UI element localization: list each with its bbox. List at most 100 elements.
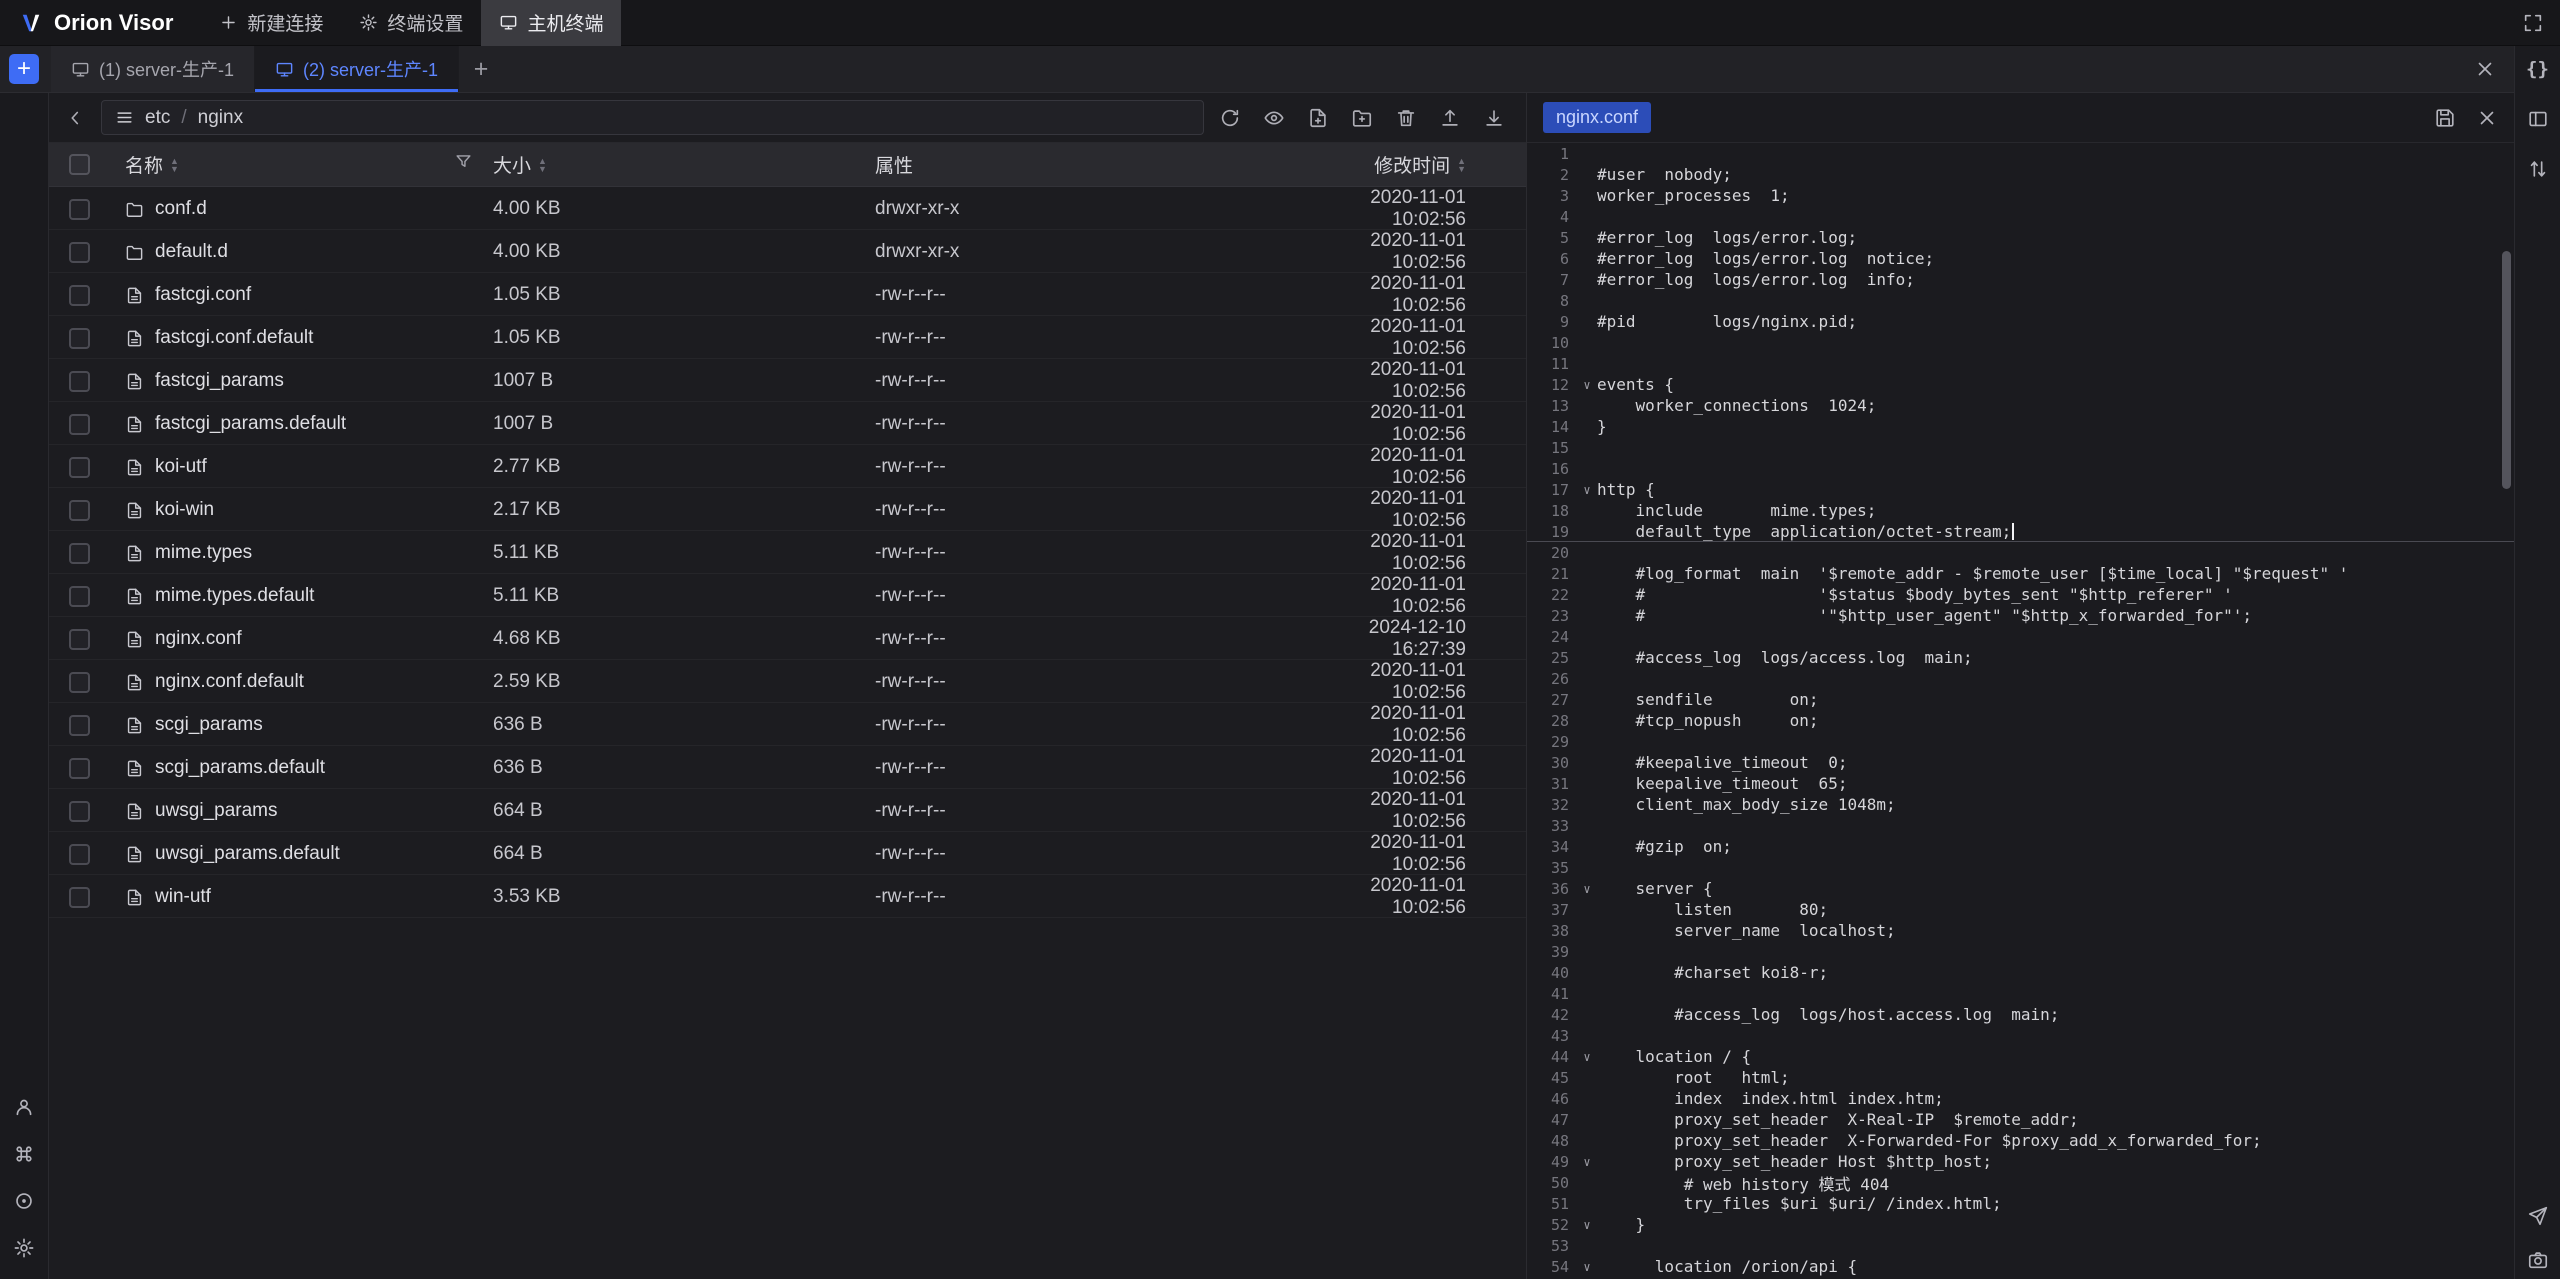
select-all-checkbox[interactable] [69,154,90,175]
fold-chevron-icon[interactable]: ∨ [1577,1155,1597,1169]
file-name[interactable]: win-utf [155,886,211,908]
new-file-button[interactable] [1300,100,1336,136]
code-line[interactable]: 45 root html; [1527,1067,2514,1088]
code-line[interactable]: 26 [1527,668,2514,689]
table-row[interactable]: scgi_params.default 636 B -rw-r--r-- 202… [49,746,1526,789]
table-row[interactable]: nginx.conf 4.68 KB -rw-r--r-- 2024-12-10… [49,617,1526,660]
code-line[interactable]: 54∨ location /orion/api { [1527,1256,2514,1277]
file-name[interactable]: scgi_params [155,714,263,736]
table-row[interactable]: fastcgi.conf.default 1.05 KB -rw-r--r-- … [49,316,1526,359]
user-info-button[interactable] [13,1096,35,1118]
refresh-button[interactable] [1212,100,1248,136]
file-name[interactable]: scgi_params.default [155,757,325,779]
fold-chevron-icon[interactable]: ∨ [1577,1050,1597,1064]
code-line[interactable]: 7#error_log logs/error.log info; [1527,269,2514,290]
table-row[interactable]: fastcgi_params 1007 B -rw-r--r-- 2020-11… [49,359,1526,402]
code-line[interactable]: 22 # '$status $body_bytes_sent "$http_re… [1527,584,2514,605]
code-line[interactable]: 3worker_processes 1; [1527,185,2514,206]
code-line[interactable]: 16 [1527,458,2514,479]
table-row[interactable]: default.d 4.00 KB drwxr-xr-x 2020-11-01 … [49,230,1526,273]
settings-button[interactable] [13,1237,35,1259]
theme-button[interactable] [13,1190,35,1212]
row-checkbox[interactable] [69,801,90,822]
file-name[interactable]: mime.types.default [155,585,314,607]
file-name[interactable]: conf.d [155,198,207,220]
column-header-mtime[interactable]: 修改时间 [1374,151,1450,178]
transfer-list-button[interactable] [2527,158,2549,180]
breadcrumb-item-nginx[interactable]: nginx [198,107,243,129]
code-line[interactable]: 42 #access_log logs/host.access.log main… [1527,1004,2514,1025]
screenshot-button[interactable] [2527,1249,2549,1271]
table-row[interactable]: win-utf 3.53 KB -rw-r--r-- 2020-11-01 10… [49,875,1526,918]
row-checkbox[interactable] [69,586,90,607]
menu-item-terminal-settings[interactable]: 终端设置 [341,0,481,46]
code-line[interactable]: 14} [1527,416,2514,437]
code-line[interactable]: 12∨events { [1527,374,2514,395]
table-row[interactable]: uwsgi_params 664 B -rw-r--r-- 2020-11-01… [49,789,1526,832]
toggle-panel-button[interactable] [2527,108,2549,130]
code-line[interactable]: 27 sendfile on; [1527,689,2514,710]
tab-terminal-1[interactable]: (1) server-生产-1 [51,46,255,92]
table-row[interactable]: uwsgi_params.default 664 B -rw-r--r-- 20… [49,832,1526,875]
sort-size-control[interactable]: ▲ ▼ [538,157,547,173]
download-button[interactable] [1476,100,1512,136]
code-line[interactable]: 15 [1527,437,2514,458]
code-line[interactable]: 29 [1527,731,2514,752]
code-line[interactable]: 2#user nobody; [1527,164,2514,185]
row-checkbox[interactable] [69,758,90,779]
table-row[interactable]: koi-win 2.17 KB -rw-r--r-- 2020-11-01 10… [49,488,1526,531]
row-checkbox[interactable] [69,285,90,306]
code-line[interactable]: 44∨ location / { [1527,1046,2514,1067]
row-checkbox[interactable] [69,371,90,392]
file-name[interactable]: fastcgi_params.default [155,413,346,435]
shortcut-button[interactable] [13,1143,35,1165]
row-checkbox[interactable] [69,629,90,650]
file-name[interactable]: uwsgi_params.default [155,843,340,865]
add-tab-button[interactable]: + [459,46,503,92]
table-row[interactable]: mime.types 5.11 KB -rw-r--r-- 2020-11-01… [49,531,1526,574]
sort-mtime-control[interactable]: ▲ ▼ [1457,157,1466,173]
row-checkbox[interactable] [69,543,90,564]
code-line[interactable]: 47 proxy_set_header X-Real-IP $remote_ad… [1527,1109,2514,1130]
file-name[interactable]: nginx.conf [155,628,242,650]
row-checkbox[interactable] [69,199,90,220]
editor-scrollbar[interactable] [2502,251,2511,489]
row-checkbox[interactable] [69,457,90,478]
braces-icon[interactable]: {} [2526,58,2549,80]
code-editor[interactable]: 12#user nobody;3worker_processes 1;45#er… [1527,143,2514,1279]
new-folder-button[interactable] [1344,100,1380,136]
sort-name-control[interactable]: ▲ ▼ [170,157,179,173]
code-line[interactable]: 23 # '"$http_user_agent" "$http_x_forwar… [1527,605,2514,626]
upload-button[interactable] [1432,100,1468,136]
code-line[interactable]: 4 [1527,206,2514,227]
code-line[interactable]: 35 [1527,857,2514,878]
show-hidden-button[interactable] [1256,100,1292,136]
sftp-close-button[interactable] [2474,58,2496,80]
table-row[interactable]: fastcgi.conf 1.05 KB -rw-r--r-- 2020-11-… [49,273,1526,316]
file-name[interactable]: fastcgi.conf.default [155,327,313,349]
menu-item-host-terminal[interactable]: 主机终端 [481,0,621,46]
save-file-button[interactable] [2434,107,2456,129]
code-line[interactable]: 19 default_type application/octet-stream… [1527,521,2514,542]
fold-chevron-icon[interactable]: ∨ [1577,378,1597,392]
table-row[interactable]: koi-utf 2.77 KB -rw-r--r-- 2020-11-01 10… [49,445,1526,488]
column-header-size[interactable]: 大小 [493,151,531,178]
file-name[interactable]: koi-utf [155,456,207,478]
fold-chevron-icon[interactable]: ∨ [1577,483,1597,497]
code-line[interactable]: 20 [1527,542,2514,563]
code-line[interactable]: 49∨ proxy_set_header Host $http_host; [1527,1151,2514,1172]
breadcrumb[interactable]: etc / nginx [101,100,1204,135]
open-file-badge[interactable]: nginx.conf [1543,102,1651,133]
fold-chevron-icon[interactable]: ∨ [1577,882,1597,896]
tab-terminal-2[interactable]: (2) server-生产-1 [255,46,459,92]
row-checkbox[interactable] [69,887,90,908]
file-name[interactable]: nginx.conf.default [155,671,304,693]
new-terminal-button[interactable]: + [9,54,39,84]
code-line[interactable]: 24 [1527,626,2514,647]
delete-button[interactable] [1388,100,1424,136]
code-line[interactable]: 39 [1527,941,2514,962]
code-line[interactable]: 34 #gzip on; [1527,836,2514,857]
code-line[interactable]: 50 # web history 模式 404 [1527,1172,2514,1193]
code-line[interactable]: 1 [1527,143,2514,164]
code-line[interactable]: 36∨ server { [1527,878,2514,899]
